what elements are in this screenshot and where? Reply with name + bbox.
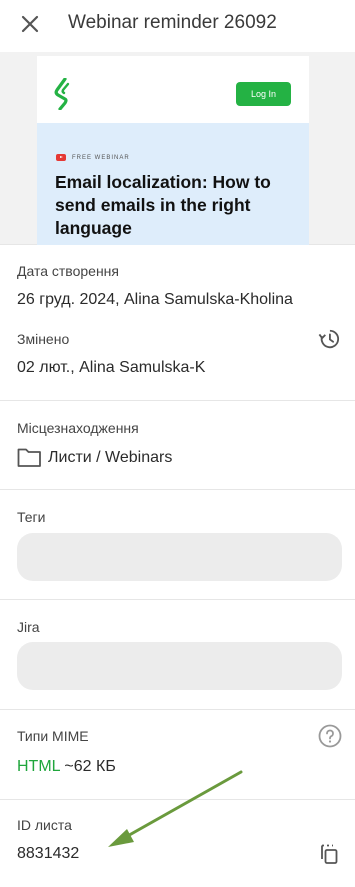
tags-label: Теги bbox=[17, 509, 46, 525]
preview-tag: FREE WEBINAR bbox=[56, 154, 130, 161]
location-path[interactable]: Листи / Webinars bbox=[48, 449, 172, 467]
header: Webinar reminder 26092 bbox=[0, 0, 355, 52]
modified-label: Змінено bbox=[17, 331, 70, 347]
copy-icon[interactable] bbox=[318, 843, 340, 865]
help-icon[interactable] bbox=[318, 724, 342, 748]
preview-banner: FREE WEBINAR Email localization: How to … bbox=[37, 123, 309, 245]
youtube-icon bbox=[56, 154, 66, 161]
mime-size: ~62 КБ bbox=[64, 758, 116, 775]
letter-id-value: 8831432 bbox=[17, 845, 80, 862]
letter-id-label: ID листа bbox=[17, 817, 72, 833]
mime-value: HTML ~62 КБ bbox=[17, 758, 116, 776]
created-value: 26 груд. 2024, Alina Samulska-Kholina bbox=[17, 291, 293, 308]
location-label: Місцезнаходження bbox=[17, 420, 139, 436]
preview-tag-label: FREE WEBINAR bbox=[72, 154, 130, 161]
folder-icon bbox=[17, 448, 41, 467]
tags-input[interactable] bbox=[17, 533, 342, 581]
preview-login-button: Log In bbox=[236, 82, 291, 106]
preview-top-bar: Log In bbox=[37, 56, 309, 123]
page-title: Webinar reminder 26092 bbox=[68, 12, 277, 33]
email-preview-area: Log In FREE WEBINAR Email localization: … bbox=[0, 52, 355, 245]
mime-type-link[interactable]: HTML bbox=[17, 758, 60, 775]
mime-label: Типи MIME bbox=[17, 728, 89, 744]
location-section bbox=[0, 401, 355, 490]
preview-headline: Email localization: How to send emails i… bbox=[55, 172, 271, 238]
jira-label: Jira bbox=[17, 619, 40, 635]
brand-logo-icon bbox=[54, 78, 70, 110]
email-preview[interactable]: Log In FREE WEBINAR Email localization: … bbox=[37, 56, 309, 245]
history-icon[interactable] bbox=[318, 328, 340, 350]
close-icon[interactable] bbox=[19, 13, 41, 35]
created-label: Дата створення bbox=[17, 263, 119, 279]
mime-section bbox=[0, 710, 355, 800]
modified-value: 02 лют., Alina Samulska-K bbox=[17, 359, 206, 376]
jira-input[interactable] bbox=[17, 642, 342, 690]
